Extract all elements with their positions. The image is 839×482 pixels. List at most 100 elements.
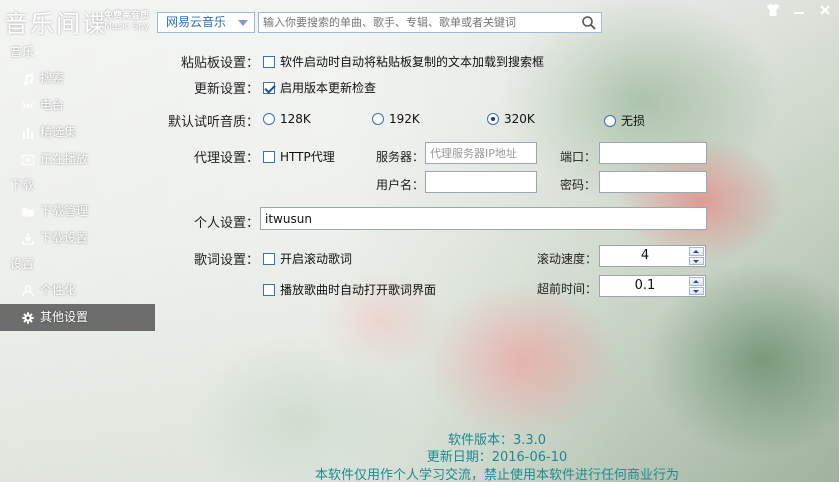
sidebar-group-music: 音乐	[10, 45, 35, 59]
window-controls	[763, 2, 835, 18]
update-check-checkbox[interactable]: 启用版本更新检查	[263, 79, 376, 96]
quality-settings-label: 默认试听音质：	[167, 115, 259, 130]
http-proxy-label: HTTP代理	[280, 150, 335, 164]
scroll-speed-value: 4	[640, 248, 650, 263]
sidebar-item-label: 其他设置	[40, 310, 89, 324]
http-proxy-checkbox[interactable]: HTTP代理	[263, 148, 335, 165]
sidebar-item-label: 正在播放	[40, 152, 89, 166]
proxy-port-input[interactable]	[599, 142, 707, 164]
scroll-lyrics-label: 开启滚动歌词	[280, 252, 353, 266]
music-note-icon	[23, 73, 34, 85]
quality-radio-320k[interactable]: 320K	[487, 112, 535, 126]
search-icon[interactable]	[581, 15, 597, 31]
proxy-port-label: 端口：	[560, 150, 597, 164]
proxy-password-input[interactable]	[599, 171, 707, 193]
user-icon	[22, 284, 34, 297]
increment-button[interactable]	[689, 277, 704, 286]
quality-option-label: 320K	[504, 112, 535, 126]
auto-open-lyrics-label: 播放歌曲时自动打开歌词界面	[280, 283, 437, 297]
radio-dot	[372, 113, 384, 125]
checkbox-box-checked	[263, 81, 275, 94]
proxy-settings-label: 代理设置：	[193, 151, 259, 166]
checkbox-box	[263, 55, 275, 68]
app-logo-title: 音乐间谍	[4, 10, 108, 38]
update-settings-label: 更新设置：	[193, 82, 259, 97]
search-box	[258, 12, 602, 33]
checkbox-box	[263, 252, 275, 265]
personal-name-input[interactable]	[260, 207, 707, 230]
search-input[interactable]	[263, 13, 573, 32]
stepper-buttons	[689, 277, 704, 295]
scroll-speed-label: 滚动速度：	[537, 252, 598, 266]
stepper-buttons	[689, 247, 704, 265]
personal-settings-label: 个人设置：	[193, 216, 259, 231]
update-check-label: 启用版本更新检查	[280, 81, 377, 95]
music-source-select[interactable]: 网易云音乐	[157, 12, 255, 33]
scroll-lyrics-checkbox[interactable]: 开启滚动歌词	[263, 250, 352, 267]
checkbox-box	[263, 283, 275, 296]
sidebar-item-other-settings[interactable]: 其他设置	[0, 304, 155, 331]
gear-icon	[22, 311, 34, 324]
update-date-text: 更新日期：2016-06-10	[426, 450, 568, 465]
clipboard-settings-label: 粘贴板设置：	[180, 56, 259, 71]
clipboard-autoload-checkbox[interactable]: 软件启动时自动将粘贴板复制的文本加载到搜索框	[263, 53, 544, 70]
sidebar-item-label: 精选集	[40, 125, 77, 139]
music-source-value: 网易云音乐	[166, 15, 227, 29]
sidebar-item-download-manager[interactable]: 下载管理	[0, 198, 155, 225]
sidebar-item-now-playing[interactable]: 正在播放	[0, 146, 155, 173]
radio-icon	[22, 100, 34, 111]
scroll-speed-stepper[interactable]: 4	[599, 245, 706, 267]
chevron-down-icon	[238, 20, 248, 26]
play-box-icon	[22, 154, 34, 165]
settings-panel: 粘贴板设置： 软件启动时自动将粘贴板复制的文本加载到搜索框 更新设置： 启用版本…	[155, 40, 839, 482]
download-icon	[22, 233, 34, 245]
lyrics-settings-label: 歌词设置：	[193, 253, 259, 268]
decrement-button[interactable]	[689, 286, 704, 295]
app-logo-subtitle: 免费高音质	[104, 11, 150, 21]
app-logo-english: Music Spy	[104, 22, 150, 32]
sidebar-item-personalize[interactable]: 个性化	[0, 277, 155, 304]
quality-option-label: 128K	[280, 112, 311, 126]
quality-radio-128k[interactable]: 128K	[263, 112, 311, 126]
quality-radio-192k[interactable]: 192K	[372, 112, 420, 126]
shirt-icon	[767, 4, 779, 16]
bars-icon	[23, 127, 33, 139]
folder-icon	[22, 207, 34, 216]
minimize-button[interactable]	[789, 2, 809, 18]
skin-button[interactable]	[763, 2, 783, 18]
sidebar-group-download: 下载	[10, 178, 35, 192]
close-icon	[820, 5, 830, 15]
sidebar-item-collections[interactable]: 精选集	[0, 119, 155, 146]
decrement-button[interactable]	[689, 256, 704, 265]
proxy-password-label: 密码：	[560, 178, 597, 192]
radio-dot-selected	[487, 113, 499, 125]
radio-dot	[604, 114, 616, 127]
sidebar-item-label: 下载管理	[40, 204, 89, 218]
proxy-server-input[interactable]	[425, 142, 537, 164]
sidebar-item-radio[interactable]: 电台	[0, 92, 155, 119]
sidebar-group-settings: 设置	[10, 257, 35, 271]
quality-option-label: 192K	[389, 112, 420, 126]
sidebar-item-search[interactable]: 搜索	[0, 65, 155, 92]
minimize-icon	[794, 12, 804, 14]
proxy-username-input[interactable]	[425, 171, 537, 193]
clipboard-autoload-label: 软件启动时自动将粘贴板复制的文本加载到搜索框	[280, 55, 545, 69]
close-button[interactable]	[815, 2, 835, 18]
sidebar: 音乐 搜索 电台 精选集 正在播放 下载 下载管理 下载设置 设置 个性化 其他…	[0, 40, 155, 482]
sidebar-item-label: 下载设置	[40, 231, 89, 245]
proxy-server-label: 服务器：	[376, 150, 425, 164]
checkbox-box	[263, 150, 275, 163]
sidebar-item-download-settings[interactable]: 下载设置	[0, 225, 155, 252]
advance-time-stepper[interactable]: 0.1	[599, 275, 706, 297]
sidebar-item-label: 电台	[40, 98, 65, 112]
proxy-username-label: 用户名：	[376, 178, 425, 192]
increment-button[interactable]	[689, 247, 704, 256]
title-bar: 音乐间谍 免费高音质 Music Spy 网易云音乐	[0, 0, 839, 40]
advance-time-value: 0.1	[634, 278, 656, 293]
auto-open-lyrics-checkbox[interactable]: 播放歌曲时自动打开歌词界面	[263, 281, 436, 298]
quality-radio-lossless[interactable]: 无损	[604, 112, 645, 129]
sidebar-item-label: 个性化	[40, 283, 77, 297]
usage-notice-text: 本软件仅用作个人学习交流，禁止使用本软件进行任何商业行为	[314, 468, 679, 482]
sidebar-item-label: 搜索	[40, 71, 65, 85]
advance-time-label: 超前时间：	[537, 282, 598, 296]
